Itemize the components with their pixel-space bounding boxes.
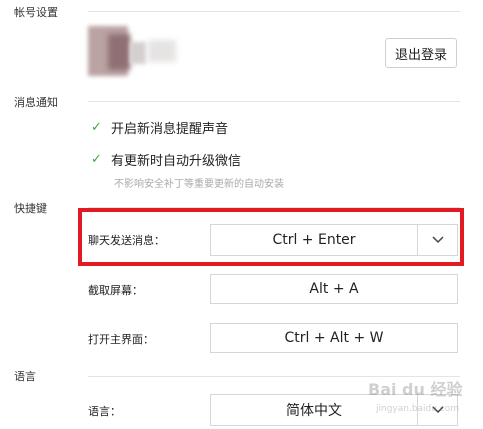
open-main-window-shortcut-field[interactable]: Ctrl + Alt + W: [210, 323, 458, 353]
auto-update-option[interactable]: ✓ 有更新时自动升级微信: [90, 150, 241, 169]
shortcuts-section-label: 快捷键: [14, 202, 47, 215]
open-main-window-label: 打开主界面：: [88, 333, 154, 346]
watermark-text: Bai du 经验: [368, 380, 463, 399]
checkbox-sound[interactable]: ✓: [90, 121, 103, 134]
account-divider: [88, 11, 460, 12]
language-section-label: 语言: [14, 370, 36, 383]
logout-button[interactable]: 退出登录: [385, 38, 457, 68]
sound-option[interactable]: ✓ 开启新消息提醒声音: [90, 118, 228, 137]
watermark: Bai du 经验 jingyan.baidu.com: [368, 372, 480, 426]
capture-screen-shortcut-field[interactable]: Alt + A: [210, 274, 458, 304]
notifications-divider: [88, 101, 460, 102]
notifications-section-label: 消息通知: [14, 96, 58, 109]
capture-screen-label: 截取屏幕：: [88, 284, 143, 297]
account-section-label: 帐号设置: [14, 6, 58, 19]
highlight-box: [78, 208, 464, 266]
watermark-subtext: jingyan.baidu.com: [376, 404, 460, 414]
auto-update-hint: 不影响安全补丁等重要更新的自动安装: [114, 179, 284, 190]
language-label: 语言：: [88, 405, 121, 418]
avatar: [88, 26, 178, 86]
checkbox-auto-update[interactable]: ✓: [90, 153, 103, 166]
sound-option-label: 开启新消息提醒声音: [111, 122, 229, 137]
auto-update-option-label: 有更新时自动升级微信: [111, 154, 242, 169]
